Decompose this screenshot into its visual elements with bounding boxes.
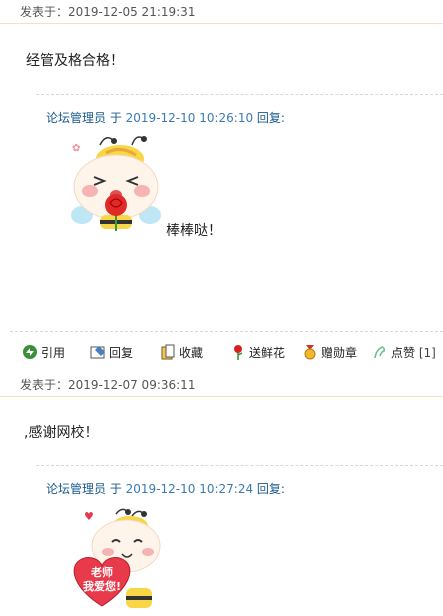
quote-icon	[23, 345, 37, 359]
post-2-reply: 论坛管理员 于 2019-12-10 10:27:24 回复: ♥ 老师 我爱您…	[36, 465, 443, 616]
medal-icon	[304, 345, 316, 360]
post-2-meta: 发表于：2019-12-07 09:36:11	[0, 373, 443, 397]
quote-button[interactable]: 引用	[22, 343, 65, 363]
heart-text-2: 我爱您!	[82, 580, 122, 593]
favorite-button[interactable]: 收藏	[160, 343, 203, 363]
post-1-reply: 论坛管理员 于 2019-12-10 10:26:10 回复: ✿ 棒棒哒！	[36, 94, 443, 331]
reply-1-author[interactable]: 论坛管理员	[46, 111, 106, 125]
reply-icon	[90, 346, 105, 359]
give-medal-button[interactable]: 赠勋章	[302, 343, 357, 363]
send-flowers-button[interactable]: 送鲜花	[230, 343, 285, 363]
svg-text:✿: ✿	[72, 143, 80, 154]
like-button[interactable]: 点赞 [1]	[372, 343, 436, 363]
post-1-meta: 发表于：2019-12-05 21:19:31	[0, 0, 443, 24]
bee-sticker-icon: ✿	[71, 136, 161, 231]
like-icon	[374, 346, 385, 359]
flower-icon	[234, 345, 243, 360]
favorite-icon	[161, 344, 175, 360]
reply-2-time: 2019-12-10 10:27:24	[125, 482, 254, 496]
reply-1-time: 2019-12-10 10:26:10	[125, 111, 254, 125]
post-action-bar: 引用 回复 收藏 送鲜花 赠勋章 点赞 [1]	[10, 331, 443, 372]
reply-2-header: 论坛管理员 于 2019-12-10 10:27:24 回复:	[46, 482, 285, 496]
post-2-body: ,感谢网校！	[24, 425, 99, 441]
reply-1-text: 棒棒哒！	[166, 223, 222, 239]
svg-text:♥: ♥	[84, 510, 94, 523]
like-count: [1]	[418, 346, 436, 360]
reply-1-header: 论坛管理员 于 2019-12-10 10:26:10 回复:	[46, 111, 285, 125]
post-1-body: 经管及格合格！	[26, 53, 124, 69]
bee-heart-sticker-icon: ♥ 老师 我爱您!	[66, 506, 162, 612]
reply-2-author[interactable]: 论坛管理员	[46, 482, 106, 496]
reply-button[interactable]: 回复	[90, 343, 133, 363]
